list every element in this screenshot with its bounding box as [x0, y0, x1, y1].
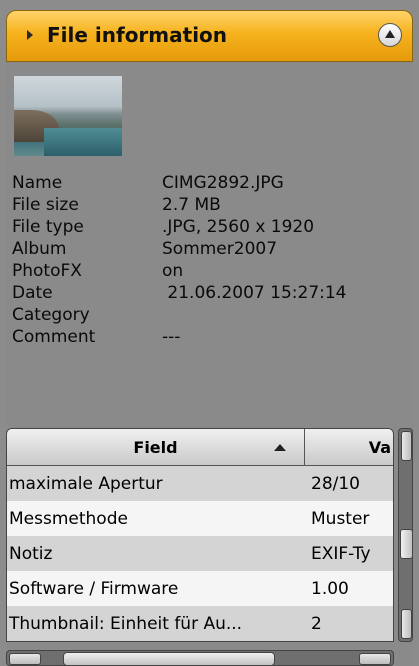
cell-value: 28/10 — [311, 473, 360, 494]
property-value-comment: --- — [162, 327, 181, 347]
property-row: File size 2.7 MB — [12, 194, 412, 216]
property-row: Comment --- — [12, 326, 412, 348]
cell-field: Software / Firmware — [9, 578, 179, 599]
file-info-header[interactable]: File information — [6, 10, 413, 62]
vertical-scroll-thumb[interactable] — [400, 529, 413, 559]
cell-value: Muster — [311, 508, 370, 529]
property-value-photofx: on — [162, 261, 184, 281]
table-row[interactable]: maximale Apertur 28/10 — [7, 466, 393, 501]
property-value-date: 21.06.2007 15:27:14 — [162, 283, 347, 303]
cell-value: 1.00 — [311, 578, 349, 599]
column-header-field[interactable]: Field — [7, 429, 305, 465]
property-label-file-size: File size — [12, 195, 79, 215]
property-row: File type .JPG, 2560 x 1920 — [12, 216, 412, 238]
expand-arrow-icon — [27, 30, 33, 40]
table-row[interactable]: Software / Firmware 1.00 — [7, 571, 393, 606]
photo-thumbnail[interactable] — [14, 76, 122, 156]
table-row[interactable]: Messmethode Muster — [7, 501, 393, 536]
property-value-file-type: .JPG, 2560 x 1920 — [162, 217, 315, 237]
cell-field: Notiz — [9, 543, 53, 564]
property-value-category — [162, 304, 412, 326]
table-body: maximale Apertur 28/10 Messmethode Muste… — [7, 466, 393, 641]
cell-value: 2 — [311, 613, 322, 634]
horizontal-scroll-thumb[interactable] — [63, 652, 275, 666]
cell-field: Thumbnail: Einheit für Au... — [9, 613, 243, 634]
cell-field: Messmethode — [9, 508, 128, 529]
collapse-icon[interactable] — [378, 23, 402, 47]
column-header-value[interactable]: Va — [305, 429, 393, 465]
scroll-down-button[interactable] — [401, 609, 412, 639]
file-properties: Name CIMG2892.JPG File size 2.7 MB File … — [12, 172, 412, 348]
property-value-file-size: 2.7 MB — [162, 195, 221, 215]
property-value-album: Sommer2007 — [162, 239, 278, 259]
property-label-file-type: File type — [12, 217, 84, 237]
cell-field: maximale Apertur — [9, 473, 163, 494]
exif-table: Field Va maximale Apertur 28/10 Messmeth… — [6, 428, 394, 642]
horizontal-scrollbar[interactable] — [6, 650, 394, 666]
property-row: PhotoFX on — [12, 260, 412, 282]
property-row: Album Sommer2007 — [12, 238, 412, 260]
table-row[interactable]: Thumbnail: Einheit für Au... 2 — [7, 606, 393, 641]
file-info-panel: Name CIMG2892.JPG File size 2.7 MB File … — [6, 62, 413, 666]
scroll-up-button[interactable] — [401, 431, 412, 461]
column-header-value-label: Va — [368, 437, 391, 457]
table-row[interactable]: Notiz EXIF-Ty — [7, 536, 393, 571]
property-label-photofx: PhotoFX — [12, 261, 82, 281]
property-row: Date 21.06.2007 15:27:14 — [12, 282, 412, 304]
property-value-name: CIMG2892.JPG — [162, 173, 284, 193]
cell-value: EXIF-Ty — [311, 543, 371, 564]
property-label-category: Category — [12, 305, 90, 325]
thumbnail-sea — [44, 128, 122, 156]
property-row: Name CIMG2892.JPG — [12, 172, 412, 194]
property-label-date: Date — [12, 283, 53, 303]
property-label-name: Name — [12, 173, 63, 193]
property-label-comment: Comment — [12, 327, 96, 347]
sort-ascending-icon — [274, 444, 286, 451]
scroll-right-button[interactable] — [359, 653, 391, 665]
property-label-album: Album — [12, 239, 67, 259]
column-header-field-label: Field — [133, 437, 178, 457]
property-row: Category — [12, 304, 412, 326]
section-title: File information — [47, 23, 228, 47]
table-header: Field Va — [7, 429, 393, 466]
scroll-left-button[interactable] — [9, 653, 41, 665]
vertical-scrollbar[interactable] — [398, 428, 413, 642]
